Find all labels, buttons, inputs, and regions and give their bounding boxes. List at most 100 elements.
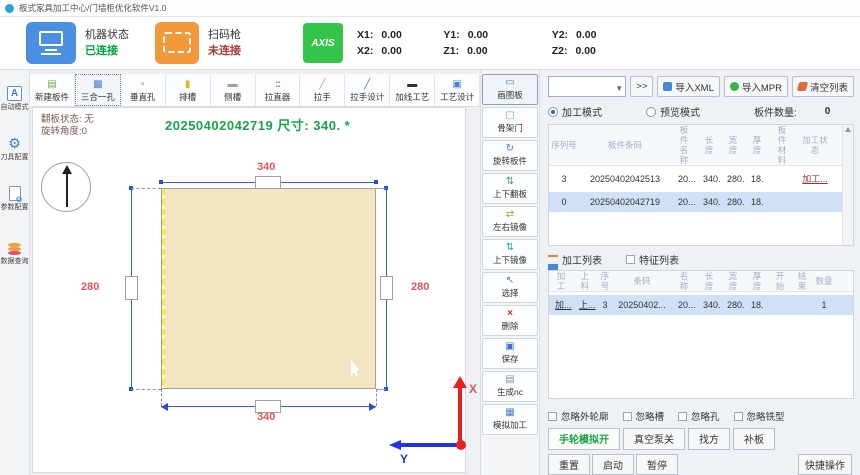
sidebar-item-auto-mode[interactable]: A 自动模式	[0, 84, 29, 112]
sidebar-item-tool-config[interactable]: ⚙ 刀具配置	[0, 134, 29, 162]
expand-button[interactable]: >>	[630, 76, 653, 97]
xml-icon	[663, 82, 672, 91]
machine-status-value: 已连接	[85, 43, 129, 59]
panel-table-header: 序列号 板件条码 板件名称 长度 宽度 厚度 板件材料 加工状态	[549, 125, 853, 166]
vertical-hole-button[interactable]: 垂直孔	[121, 74, 166, 106]
ignore-slot-checkbox[interactable]: 忽略槽	[623, 409, 665, 423]
tab-feature-list[interactable]: 特征列表	[626, 252, 679, 267]
panel-count-value: 0	[825, 106, 831, 117]
process-design-button[interactable]: 工艺设计	[435, 74, 480, 106]
flip-panel-button[interactable]: 上下翻板	[482, 173, 538, 204]
extension-line	[376, 389, 386, 390]
process-status-link[interactable]: 加工...	[795, 169, 835, 189]
clear-list-button[interactable]: 清空列表	[792, 76, 854, 97]
extension-line	[376, 389, 377, 406]
titlebar: 板式家具加工中心/门墙柜优化软件V1.0	[0, 0, 860, 17]
orientation-compass	[41, 162, 91, 212]
coord-value: 0.00	[575, 43, 605, 59]
extension-line	[131, 188, 161, 189]
simulate-button[interactable]: 模拟加工	[482, 404, 538, 435]
tab-process-list[interactable]: 加工列表	[548, 252, 602, 267]
patch-panel-button[interactable]: 补板	[733, 428, 775, 450]
draw-board-button[interactable]: 画图板	[482, 74, 538, 105]
table-scrollbar[interactable]	[842, 125, 853, 245]
right-panel: ▼ >> 导入XML 导入MPR 清空列表 加工模式 预览模式 板件数量: 0 …	[540, 70, 860, 475]
rotate-panel-button[interactable]: 旋转板件	[482, 140, 538, 171]
simulate-icon	[505, 408, 514, 418]
add-line-process-button[interactable]: 加线工艺	[390, 74, 435, 106]
handle-design-button[interactable]: 拉手设计	[345, 74, 390, 106]
dimension-left: 280	[81, 281, 99, 293]
table-row-selected[interactable]: 加... 上... 3 20250402... 20... 340. 280. …	[549, 295, 853, 315]
dimension-right: 280	[411, 281, 429, 293]
auto-mode-icon: A	[7, 86, 22, 101]
coord-label: X2:	[357, 45, 373, 57]
mirror-lr-button[interactable]: 左右镜像	[482, 206, 538, 237]
vacuum-pump-button[interactable]: 真空泵关	[623, 428, 685, 450]
start-button[interactable]: 启动	[592, 454, 634, 475]
import-xml-button[interactable]: 导入XML	[657, 76, 720, 97]
square-locate-button[interactable]: 找方	[688, 428, 730, 450]
dimension-label-box-right	[380, 276, 393, 300]
side-slot-icon	[228, 79, 238, 90]
add-line-process-icon	[407, 79, 417, 90]
sidebar-item-param-config[interactable]: 参数配置	[0, 184, 29, 212]
coord-value: 0.00	[468, 27, 498, 43]
checkbox-icon	[626, 255, 635, 264]
handwheel-sim-button[interactable]: 手轮模拟开	[548, 428, 620, 450]
frame-door-button[interactable]: 骨架门	[482, 107, 538, 138]
table-row-selected[interactable]: 0 20250402042719 20... 340. 280. 18.	[549, 192, 853, 212]
mirror-ud-button[interactable]: 上下镜像	[482, 239, 538, 270]
select-button[interactable]: 选择	[482, 272, 538, 303]
generate-nc-button[interactable]: 生成nc	[482, 371, 538, 402]
axis-coordinates: X1:0.00 X2:0.00 Y1:0.00 Z1:0.00 Y2:0.00 …	[357, 27, 638, 59]
table-row[interactable]: 3 20250402042513 20... 340. 280. 18. 加工.…	[549, 169, 853, 189]
delete-button[interactable]: 删除	[482, 305, 538, 336]
barcode-combobox[interactable]: ▼	[548, 76, 626, 97]
checkbox-icon	[623, 412, 632, 421]
sidebar-item-data-query[interactable]: 数据查询	[0, 234, 29, 266]
dim-arrow	[369, 403, 376, 411]
pause-button[interactable]: 暂停	[636, 454, 678, 475]
straightener-icon	[275, 79, 280, 90]
axis-y-label: Y	[400, 452, 408, 466]
row-slot-button[interactable]: 排槽	[166, 74, 211, 106]
straightener-button[interactable]: 拉直器	[256, 74, 301, 106]
scanner-status-label: 扫码枪	[208, 27, 241, 43]
scanner-icon	[155, 22, 199, 64]
drawing-canvas[interactable]: 翻板状态: 无 旋转角度:0 20250402042719 尺寸: 340. *…	[32, 107, 466, 473]
delete-icon	[507, 309, 513, 319]
quick-op-button[interactable]: 快捷操作	[798, 454, 852, 475]
reset-button[interactable]: 重置	[548, 454, 590, 475]
coord-label: X1:	[357, 29, 373, 41]
process-mode-radio[interactable]: 加工模式	[548, 104, 602, 119]
mirror-lr-icon	[506, 210, 514, 220]
import-mpr-button[interactable]: 导入MPR	[724, 76, 788, 97]
preview-mode-radio[interactable]: 预览模式	[646, 104, 700, 119]
panel-barcode-title: 20250402042719 尺寸: 340. *	[165, 115, 350, 134]
center-column: 新建板件 三合一孔 垂直孔 排槽 侧槽 拉直器 拉手 拉手设计 加线工艺 工艺设…	[30, 70, 480, 475]
save-button[interactable]: 保存	[482, 338, 538, 369]
coord-label: Y1:	[443, 29, 459, 41]
list-icon	[548, 255, 558, 264]
window-title: 板式家具加工中心/门墙柜优化软件V1.0	[19, 2, 166, 14]
handle-button[interactable]: 拉手	[300, 74, 345, 106]
axis-origin-dot	[456, 440, 466, 450]
three-in-one-hole-button[interactable]: 三合一孔	[75, 74, 121, 106]
database-icon	[8, 243, 21, 247]
side-slot-button[interactable]: 侧槽	[211, 74, 256, 106]
mid-button-column: 画图板 骨架门 旋转板件 上下翻板 左右镜像 上下镜像 选择 删除 保存 生成n…	[480, 70, 540, 475]
handle-icon	[319, 79, 325, 90]
mirror-ud-icon	[506, 243, 514, 253]
workpiece-panel[interactable]	[161, 188, 376, 389]
new-panel-button[interactable]: 新建板件	[30, 74, 75, 106]
scanner-status-value: 未连接	[208, 43, 241, 59]
flip-status-text: 翻板状态: 无 旋转角度:0	[41, 114, 94, 138]
process-design-icon	[452, 79, 461, 90]
coord-value: 0.00	[381, 27, 411, 43]
flip-icon	[506, 177, 514, 187]
ignore-hole-checkbox[interactable]: 忽略孔	[678, 409, 720, 423]
axis-x-label: X	[469, 382, 477, 396]
ignore-milling-checkbox[interactable]: 忽略铣型	[734, 409, 785, 423]
ignore-outline-checkbox[interactable]: 忽略外轮廓	[548, 409, 609, 423]
